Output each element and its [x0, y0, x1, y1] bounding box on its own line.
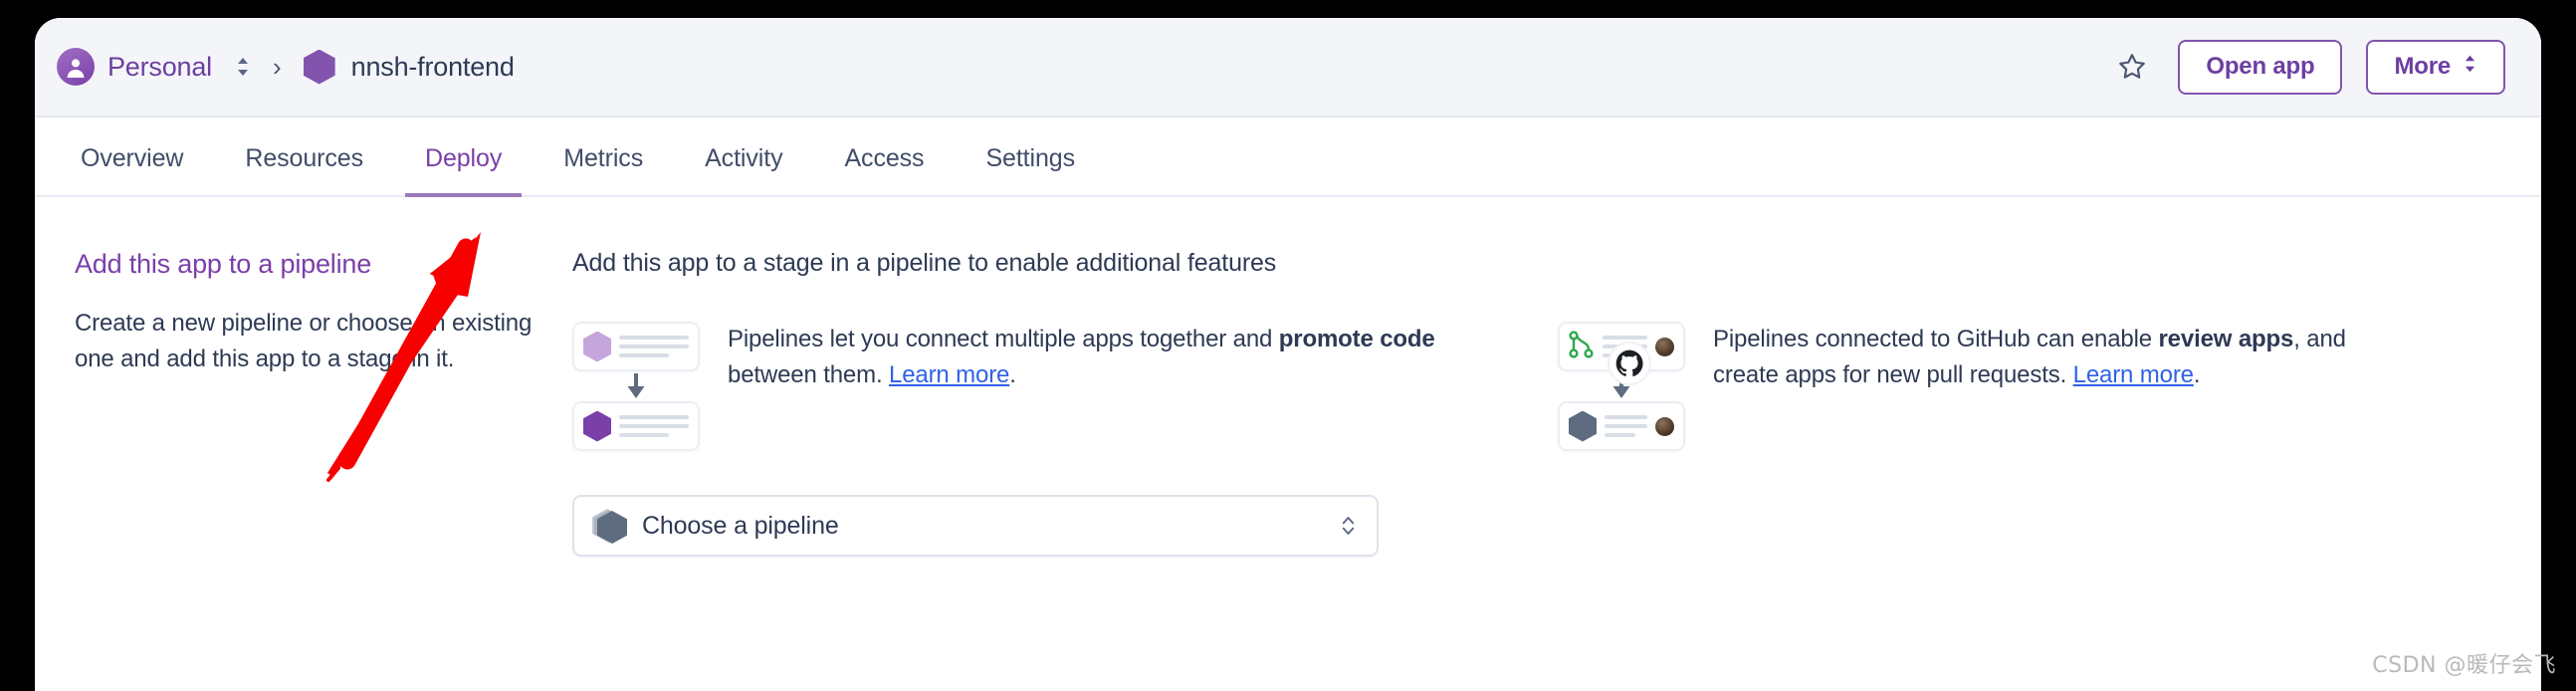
feature-text-bold: review apps: [2158, 326, 2294, 352]
feature-text-bold: promote code: [1278, 326, 1435, 352]
illustration-card-bottom: [1558, 401, 1685, 451]
feature-github: Pipelines connected to GitHub can enable…: [1558, 320, 2374, 451]
star-outline-icon[interactable]: [2110, 45, 2154, 89]
hexagon-icon: [1569, 410, 1597, 442]
pipeline-select-value: Choose a pipeline: [642, 511, 839, 540]
app-breadcrumb-item[interactable]: nnsh-frontend: [303, 49, 515, 85]
github-connected-pipeline-illustration: [1558, 320, 1685, 451]
learn-more-link[interactable]: Learn more: [889, 361, 1009, 388]
two-app-cards-with-arrow-illustration: [572, 320, 700, 451]
hexagon-icon: [583, 410, 611, 442]
avatar-icon: [1655, 337, 1674, 356]
more-label: More: [2394, 53, 2451, 80]
feature-text-part2: between them.: [728, 361, 889, 389]
git-branch-icon: [1569, 330, 1595, 364]
illustration-card-top: [572, 322, 700, 371]
left-column: Add this app to a pipeline Create a new …: [35, 249, 552, 691]
right-panel-title: Add this app to a stage in a pipeline to…: [572, 249, 1277, 277]
chevron-up-down-icon: [2463, 53, 2477, 82]
feature-text-end: .: [2193, 361, 2201, 389]
watermark: CSDN @暖仔会飞: [2372, 653, 2556, 678]
placeholder-lines: [619, 415, 689, 437]
tab-overview[interactable]: Overview: [61, 144, 203, 195]
hexagon-icon: [583, 331, 611, 362]
open-app-button[interactable]: Open app: [2178, 39, 2343, 95]
feature-text: Pipelines let you connect multiple apps …: [728, 320, 1508, 394]
github-icon: [1608, 342, 1651, 385]
arrow-down-icon: [572, 371, 700, 401]
user-avatar-icon: [57, 48, 95, 86]
pipeline-select[interactable]: Choose a pipeline: [572, 495, 1379, 557]
illustration-card-bottom: [572, 401, 700, 451]
page-description: Create a new pipeline or choose an exist…: [75, 310, 533, 373]
team-name: Personal: [107, 51, 212, 82]
tab-activity[interactable]: Activity: [685, 144, 802, 195]
placeholder-lines: [1605, 415, 1647, 437]
header-actions: Open app More: [2110, 39, 2505, 95]
tab-resources[interactable]: Resources: [225, 144, 383, 195]
avatar-icon: [1655, 416, 1674, 436]
breadcrumb-separator: ›: [272, 52, 282, 82]
feature-text-part1: Pipelines let you connect multiple apps …: [728, 326, 1279, 352]
right-column: Add this app to a stage in a pipeline to…: [552, 249, 2541, 691]
placeholder-lines: [619, 336, 689, 357]
feature-text-end: .: [1009, 361, 1016, 389]
breadcrumb: Personal › nnsh-frontend: [57, 48, 2110, 86]
tab-deploy[interactable]: Deploy: [405, 144, 523, 197]
feature-pipelines: Pipelines let you connect multiple apps …: [572, 320, 1508, 451]
tab-settings[interactable]: Settings: [966, 144, 1095, 195]
tab-access[interactable]: Access: [824, 144, 944, 195]
stacked-hexagons-icon: [592, 508, 627, 544]
more-button[interactable]: More: [2366, 39, 2505, 95]
app-header: Personal › nnsh-frontend Open app More: [35, 18, 2541, 117]
hexagon-app-icon: [303, 49, 335, 85]
learn-more-link[interactable]: Learn more: [2073, 361, 2194, 388]
page-root: Personal › nnsh-frontend Open app More O…: [0, 0, 2576, 691]
app-card: Personal › nnsh-frontend Open app More O…: [35, 18, 2541, 691]
app-name: nnsh-frontend: [350, 51, 515, 82]
chevron-up-down-icon: [235, 55, 251, 79]
tab-metrics[interactable]: Metrics: [543, 144, 663, 195]
deploy-panel: Add this app to a pipeline Create a new …: [35, 197, 2541, 691]
chevron-up-down-icon: [1340, 513, 1357, 539]
page-title: Add this app to a pipeline: [75, 249, 372, 279]
open-app-label: Open app: [2206, 53, 2315, 80]
tab-bar: Overview Resources Deploy Metrics Activi…: [35, 117, 2541, 197]
feature-text: Pipelines connected to GitHub can enable…: [1713, 320, 2374, 394]
team-switcher[interactable]: Personal: [57, 48, 251, 86]
feature-row: Pipelines let you connect multiple apps …: [572, 320, 2501, 451]
feature-text-part1: Pipelines connected to GitHub can enable: [1713, 326, 2159, 352]
